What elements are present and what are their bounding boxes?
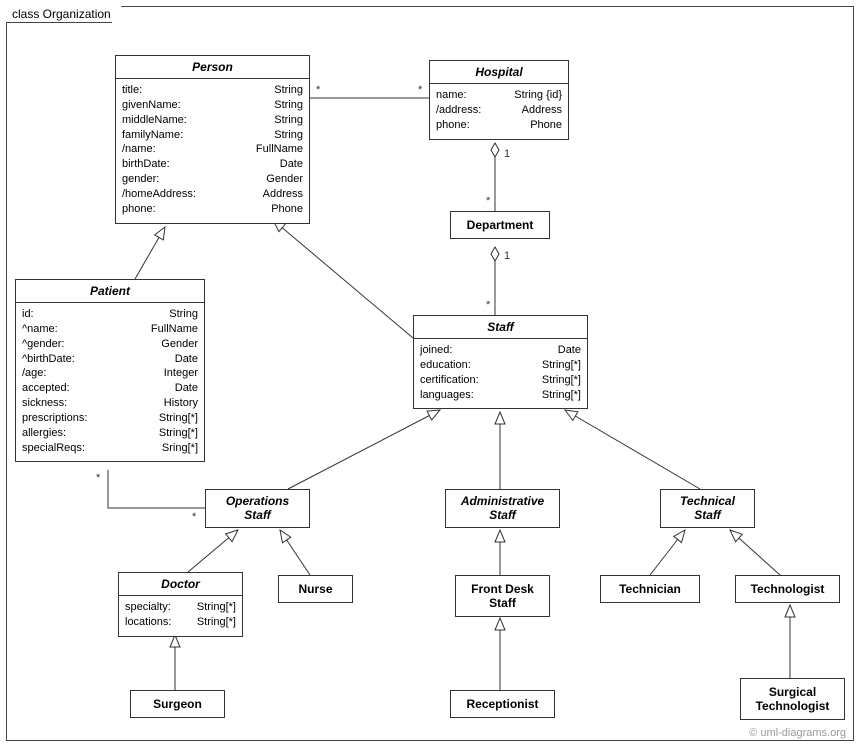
class-administrative-staff: AdministrativeStaff <box>445 489 560 528</box>
class-attrs: id:String ^name:FullName ^gender:Gender … <box>16 303 204 461</box>
class-attrs: title:String givenName:String middleName… <box>116 79 309 223</box>
class-title: Nurse <box>279 576 352 602</box>
class-patient: Patient id:String ^name:FullName ^gender… <box>15 279 205 462</box>
attr-row: id:String <box>22 307 198 322</box>
attr-row: joined:Date <box>420 343 581 358</box>
class-attrs: specialty:String[*] locations:String[*] <box>119 596 242 636</box>
class-title: AdministrativeStaff <box>446 490 559 527</box>
attr-row: birthDate:Date <box>122 157 303 172</box>
attr-row: specialty:String[*] <box>125 600 236 615</box>
class-title: Hospital <box>430 61 568 84</box>
attr-row: specialReqs:Sring[*] <box>22 441 198 456</box>
attr-row: phone:Phone <box>436 118 562 133</box>
attr-row: givenName:String <box>122 98 303 113</box>
class-title: Staff <box>414 316 587 339</box>
attr-row: ^name:FullName <box>22 322 198 337</box>
class-department: Department <box>450 211 550 239</box>
attr-row: accepted:Date <box>22 381 198 396</box>
class-technologist: Technologist <box>735 575 840 603</box>
class-title: OperationsStaff <box>206 490 309 527</box>
class-person: Person title:String givenName:String mid… <box>115 55 310 224</box>
class-attrs: joined:Date education:String[*] certific… <box>414 339 587 408</box>
multiplicity-label: * <box>316 84 320 96</box>
class-title: Surgeon <box>131 691 224 717</box>
attr-row: middleName:String <box>122 113 303 128</box>
multiplicity-label: * <box>418 84 422 96</box>
class-attrs: name:String {id} /address:Address phone:… <box>430 84 568 139</box>
class-nurse: Nurse <box>278 575 353 603</box>
class-title: Front DeskStaff <box>456 576 549 616</box>
multiplicity-label: 1 <box>504 148 510 160</box>
attr-row: allergies:String[*] <box>22 426 198 441</box>
multiplicity-label: 1 <box>504 250 510 262</box>
multiplicity-label: * <box>486 299 490 311</box>
attr-row: ^gender:Gender <box>22 337 198 352</box>
class-title: Department <box>451 212 549 238</box>
class-title: TechnicalStaff <box>661 490 754 527</box>
class-title: Doctor <box>119 573 242 596</box>
class-hospital: Hospital name:String {id} /address:Addre… <box>429 60 569 140</box>
attr-row: /name:FullName <box>122 142 303 157</box>
class-title: Patient <box>16 280 204 303</box>
class-front-desk-staff: Front DeskStaff <box>455 575 550 617</box>
attr-row: /age:Integer <box>22 366 198 381</box>
attr-row: education:String[*] <box>420 358 581 373</box>
attr-row: prescriptions:String[*] <box>22 411 198 426</box>
attr-row: certification:String[*] <box>420 373 581 388</box>
attr-row: locations:String[*] <box>125 615 236 630</box>
class-technical-staff: TechnicalStaff <box>660 489 755 528</box>
attr-row: /address:Address <box>436 103 562 118</box>
class-receptionist: Receptionist <box>450 690 555 718</box>
attr-row: ^birthDate:Date <box>22 352 198 367</box>
class-surgeon: Surgeon <box>130 690 225 718</box>
watermark: © uml-diagrams.org <box>749 727 846 739</box>
class-title: SurgicalTechnologist <box>741 679 844 719</box>
uml-diagram-canvas: class Organization <box>0 0 860 747</box>
attr-row: /homeAddress:Address <box>122 187 303 202</box>
frame-title: class Organization <box>6 6 122 23</box>
attr-row: languages:String[*] <box>420 388 581 403</box>
class-title: Technologist <box>736 576 839 602</box>
class-technician: Technician <box>600 575 700 603</box>
class-title: Person <box>116 56 309 79</box>
multiplicity-label: * <box>96 472 100 484</box>
class-title: Receptionist <box>451 691 554 717</box>
attr-row: sickness:History <box>22 396 198 411</box>
attr-row: phone:Phone <box>122 202 303 217</box>
attr-row: title:String <box>122 83 303 98</box>
class-surgical-technologist: SurgicalTechnologist <box>740 678 845 720</box>
class-doctor: Doctor specialty:String[*] locations:Str… <box>118 572 243 637</box>
attr-row: familyName:String <box>122 128 303 143</box>
attr-row: gender:Gender <box>122 172 303 187</box>
attr-row: name:String {id} <box>436 88 562 103</box>
multiplicity-label: * <box>486 195 490 207</box>
class-staff: Staff joined:Date education:String[*] ce… <box>413 315 588 409</box>
class-title: Technician <box>601 576 699 602</box>
multiplicity-label: * <box>192 511 196 523</box>
class-operations-staff: OperationsStaff <box>205 489 310 528</box>
